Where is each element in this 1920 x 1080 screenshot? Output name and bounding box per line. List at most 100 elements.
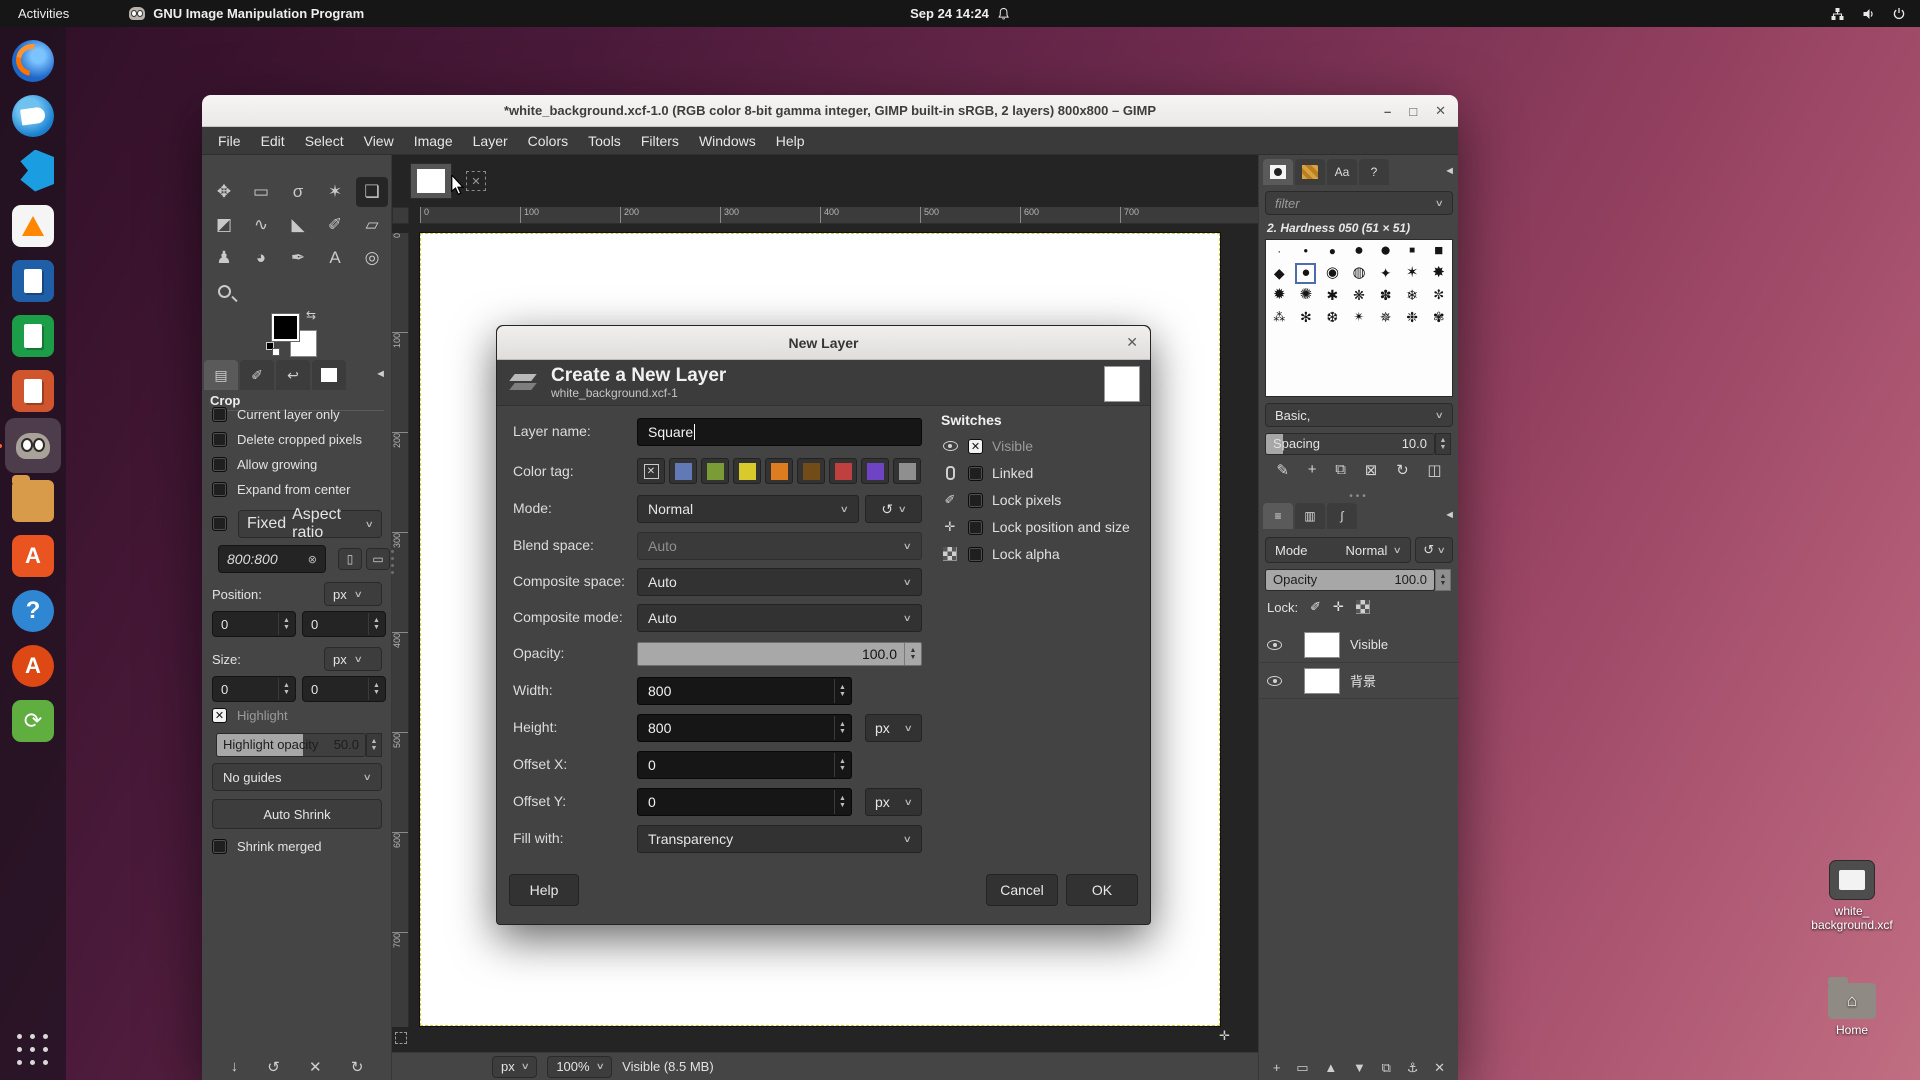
brush-item[interactable]: ● [1348,241,1369,262]
spinner-arrows[interactable]: ▲▼ [834,790,850,814]
zoom-level-select[interactable]: 100% ∨ [547,1056,612,1078]
position-y-input[interactable]: 0 ▲▼ [302,611,386,637]
dock-item-vscode[interactable] [5,143,61,198]
dock-item-a[interactable]: A [5,638,61,693]
collapse-panel-icon[interactable]: ◄ [1444,509,1455,529]
width-input[interactable]: 800 ▲▼ [637,677,852,705]
layer-mode-select[interactable]: Mode Normal ∨ [1265,537,1411,563]
portrait-orientation-button[interactable]: ▯ [338,548,362,570]
paintbrush-tool[interactable]: ✐ [319,210,351,240]
brush-item[interactable]: ✴ [1348,307,1369,328]
highlight-checkbox[interactable]: ✕ [212,708,227,723]
lock-pixels-checkbox[interactable] [968,493,983,508]
layer-name-input[interactable]: Square [637,418,922,446]
ruler-origin-button[interactable] [392,207,409,224]
maximize-button[interactable]: □ [1409,104,1417,119]
crop-option-row[interactable]: Current layer only [212,407,362,422]
cancel-button[interactable]: Cancel [986,874,1058,906]
color-tag-button[interactable] [733,458,761,484]
visibility-eye-icon[interactable] [1267,640,1282,650]
composite-space-select[interactable]: Auto ∨ [637,568,922,596]
minimize-button[interactable]: – [1384,104,1391,119]
tab-undo-history[interactable]: ↩ [276,360,310,390]
tab-brushes[interactable] [1263,159,1293,185]
brush-item[interactable]: ✹ [1269,285,1290,306]
checkbox[interactable] [212,457,227,472]
menu-item[interactable]: Filters [631,129,689,153]
layers-footer-icon[interactable]: ▭ [1296,1060,1308,1076]
spacing-slider[interactable]: Spacing 10.0 [1265,433,1435,455]
landscape-orientation-button[interactable]: ▭ [366,548,390,570]
menu-item[interactable]: Tools [578,129,631,153]
color-tag-button[interactable] [701,458,729,484]
size-unit-select[interactable]: px∨ [324,647,382,671]
spinner-arrows[interactable]: ▲▼ [834,679,850,703]
menu-item[interactable]: Edit [251,129,295,153]
tab-help[interactable]: ? [1359,159,1389,185]
visibility-eye-icon[interactable] [1267,676,1282,686]
move-tool[interactable]: ✥ [208,177,240,207]
checkbox[interactable] [212,432,227,447]
layers-footer-icon[interactable]: ✕ [1434,1060,1445,1076]
focused-app-menu[interactable]: GNU Image Manipulation Program [129,6,364,21]
desktop-icon-white-background-xcf[interactable]: white_ background.xcf [1807,860,1897,932]
mode-select[interactable]: Normal ∨ [637,495,859,523]
brush-item[interactable]: ● [1322,241,1343,262]
brush-action-icon[interactable]: ⧉ [1335,461,1346,479]
highlight-opacity-slider[interactable]: Highlight opacity 50.0 [216,733,366,757]
brush-item[interactable]: ❉ [1402,307,1423,328]
crop-tool[interactable]: ❏ [356,177,388,207]
composite-mode-select[interactable]: Auto ∨ [637,604,922,632]
swap-colors-icon[interactable]: ⇆ [306,308,316,322]
fg-bg-color-area[interactable]: ⇆ [268,310,322,358]
switch-linked[interactable]: Linked [941,465,1146,481]
brush-action-icon[interactable]: ↻ [1396,461,1409,479]
spinner-arrows[interactable]: ▲▼ [278,613,294,635]
dock-item-thunderbird[interactable] [5,88,61,143]
shrink-merged-row[interactable]: Shrink merged [212,839,322,854]
spinner-arrows[interactable]: ▲▼ [278,678,294,700]
layers-footer-icon[interactable]: ▲ [1324,1060,1337,1076]
brush-item[interactable]: ● [1295,241,1316,262]
lock-pixels-icon[interactable]: ✐ [1310,599,1321,615]
layer-opacity-slider[interactable]: Opacity 100.0 [1265,569,1435,591]
brush-item[interactable]: ❄ [1402,285,1423,306]
warp-transform-tool[interactable]: ∿ [245,210,277,240]
brush-item[interactable]: ✾ [1428,307,1449,328]
rectangle-select-tool[interactable]: ▭ [245,177,277,207]
brush-item[interactable]: ✦ [1375,263,1396,284]
transform-tool[interactable]: ◩ [208,210,240,240]
lock-alpha-icon[interactable] [1356,600,1370,614]
lock-position-icon[interactable]: ✛ [1333,599,1344,615]
switch-visible[interactable]: ✕ Visible [941,438,1146,454]
brush-item[interactable]: ◍ [1348,263,1369,284]
lock-position-checkbox[interactable] [968,520,983,535]
brush-item[interactable]: ❋ [1348,285,1369,306]
switch-lock-position[interactable]: ✛ Lock position and size [941,519,1146,535]
brush-item[interactable]: · [1269,241,1290,262]
color-picker-tool[interactable]: ◎ [356,243,388,273]
mode-reset-button[interactable]: ↺∨ [865,495,922,523]
offset-x-input[interactable]: 0 ▲▼ [637,751,852,779]
brush-filter-select[interactable]: filter ∨ [1265,191,1453,215]
spinner-arrows[interactable]: ▲▼ [368,678,384,700]
tab-device-status[interactable]: ✐ [240,360,274,390]
collapse-panel-icon[interactable]: ◄ [1444,165,1455,185]
collapse-panel-icon[interactable]: ◄ [375,368,386,390]
color-tag-button[interactable] [829,458,857,484]
menu-item[interactable]: File [208,129,251,153]
spinner-arrows[interactable]: ▲▼ [834,753,850,777]
brush-set-select[interactable]: Basic, ∨ [1265,403,1453,427]
tab-channels[interactable]: ▥ [1295,503,1325,529]
brush-item[interactable]: ✽ [1375,285,1396,306]
opacity-slider[interactable]: 100.0 ▲▼ [637,642,922,666]
brush-action-icon[interactable]: ◫ [1427,461,1441,479]
menu-item[interactable]: Help [766,129,815,153]
brush-item[interactable]: ✶ [1402,263,1423,284]
window-titlebar[interactable]: *white_background.xcf-1.0 (RGB color 8-b… [202,95,1458,127]
size-y-input[interactable]: 0 ▲▼ [302,676,386,702]
brush-grid[interactable]: ·●●●●■■◆●◉◍✦✶✸✹✺✱❋✽❄✼⁂✻❆✴✵❉✾ [1265,239,1453,397]
spinner-arrows[interactable]: ▲▼ [368,613,384,635]
panel-resize-handle[interactable] [390,550,394,574]
bucket-fill-tool[interactable]: ◣ [282,210,314,240]
